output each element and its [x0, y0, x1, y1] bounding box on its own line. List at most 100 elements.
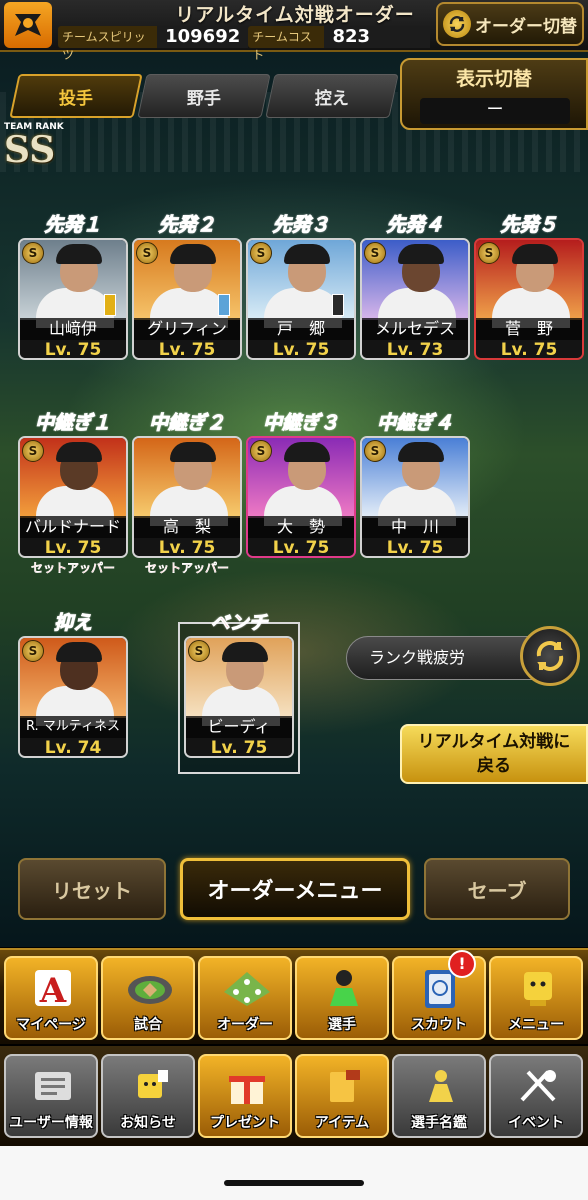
player-directory-icon — [414, 1062, 468, 1110]
nav-label: 試合 — [134, 1017, 162, 1033]
type-marker-icon — [218, 294, 230, 316]
player-card[interactable]: S 山﨑伊 Lv. 75 — [18, 238, 128, 360]
nav-player-directory[interactable]: 選手名鑑 — [392, 1054, 486, 1138]
team-stats: チームスピリッツ 109692 チームコスト 823 — [58, 26, 430, 62]
player-level: Lv. 75 — [134, 538, 240, 556]
player-level: Lv. 75 — [248, 538, 354, 556]
order-switch-button[interactable]: オーダー切替 — [436, 2, 584, 46]
player-level: Lv. 75 — [362, 538, 468, 556]
closer-slot[interactable]: 抑え S R. マルティネス Lv. 74 — [18, 610, 128, 758]
team-rank-value: SS — [4, 129, 56, 171]
reliever-slot-4[interactable]: 中継ぎ４ S 中 川 Lv. 75 — [360, 410, 470, 558]
user-info-icon — [26, 1062, 80, 1110]
tab-label: 野手 — [187, 88, 221, 109]
item-icon — [317, 1062, 371, 1110]
player-card[interactable]: S メルセデス Lv. 73 — [360, 238, 470, 360]
notification-badge: ! — [448, 950, 476, 978]
player-level: Lv. 74 — [20, 738, 126, 756]
nav-present[interactable]: プレゼント — [198, 1054, 292, 1138]
slot-label: 先発５ — [500, 214, 558, 237]
player-level: Lv. 75 — [186, 738, 292, 756]
team-logo-icon[interactable] — [4, 2, 52, 48]
nav-label: スカウト — [411, 1017, 467, 1033]
nav-mypage[interactable]: A マイページ — [4, 956, 98, 1040]
order-menu-button[interactable]: オーダーメニュー — [180, 858, 410, 920]
role-tag: セットアッパー — [30, 561, 115, 575]
s-rank-icon: S — [364, 242, 386, 264]
reliever-slot-3[interactable]: 中継ぎ３ S 大 勢 Lv. 75 — [246, 410, 356, 558]
reliever-slot-2[interactable]: 中継ぎ２ 高 梨 Lv. 75 セットアッパー — [132, 410, 242, 576]
player-card[interactable]: S 中 川 Lv. 75 — [360, 436, 470, 558]
player-level: Lv. 75 — [248, 340, 354, 358]
player-card[interactable]: S 大 勢 Lv. 75 — [246, 436, 356, 558]
player-card[interactable]: S バルドナード Lv. 75 — [18, 436, 128, 558]
team-rank: TEAM RANK SS — [4, 122, 68, 168]
tab-reserve[interactable]: 控え — [265, 74, 399, 118]
page-title: リアルタイム対戦オーダー — [175, 4, 415, 26]
slot-label: 中継ぎ２ — [148, 412, 225, 435]
player-name: ビーディ — [186, 716, 292, 738]
player-level: Lv. 75 — [20, 538, 126, 556]
nav-label: イベント — [508, 1115, 564, 1131]
player-card[interactable]: 高 梨 Lv. 75 — [132, 436, 242, 558]
rank-fatigue-refresh-button[interactable] — [520, 626, 580, 686]
player-icon — [317, 964, 371, 1012]
position-tabs: 投手 野手 控え — [9, 74, 399, 118]
display-switch-value: ー — [420, 98, 570, 124]
player-card[interactable]: S R. マルティネス Lv. 74 — [18, 636, 128, 758]
nav-item-box[interactable]: アイテム — [295, 1054, 389, 1138]
tab-label: 投手 — [59, 88, 93, 109]
type-marker-icon — [332, 294, 344, 316]
nav-label: オーダー — [217, 1017, 273, 1033]
player-level: Lv. 75 — [476, 340, 582, 358]
notice-icon — [123, 1062, 177, 1110]
player-name: 大 勢 — [248, 516, 354, 538]
starter-slot-5[interactable]: 先発５ S 菅 野 Lv. 75 — [474, 212, 584, 360]
player-card[interactable]: S 戸 郷 Lv. 75 — [246, 238, 356, 360]
starter-slot-2[interactable]: 先発２ S グリフィン Lv. 75 — [132, 212, 242, 360]
s-rank-icon: S — [22, 640, 44, 662]
nav-order[interactable]: オーダー — [198, 956, 292, 1040]
menu-icon — [511, 964, 565, 1012]
slot-label: 中継ぎ１ — [34, 412, 111, 435]
reliever-slot-1[interactable]: 中継ぎ１ S バルドナード Lv. 75 セットアッパー — [18, 410, 128, 576]
bench-slot[interactable]: ベンチ S ビーディ Lv. 75 — [184, 610, 294, 758]
nav-label: 選手名鑑 — [411, 1115, 467, 1131]
nav-player[interactable]: 選手 — [295, 956, 389, 1040]
back-to-realtime-button[interactable]: リアルタイム対戦に 戻る — [400, 724, 588, 784]
player-level: Lv. 73 — [362, 340, 468, 358]
tab-fielder[interactable]: 野手 — [137, 74, 271, 118]
svg-text:A: A — [39, 971, 67, 1010]
player-card[interactable]: S グリフィン Lv. 75 — [132, 238, 242, 360]
slot-label: 先発４ — [386, 214, 444, 237]
nav-user-info[interactable]: ユーザー情報 — [4, 1054, 98, 1138]
nav-event[interactable]: イベント — [489, 1054, 583, 1138]
starter-slot-3[interactable]: 先発３ S 戸 郷 Lv. 75 — [246, 212, 356, 360]
slot-label: ベンチ — [210, 612, 268, 635]
system-bottom-bar — [0, 1146, 588, 1200]
slot-label: 抑え — [53, 612, 92, 635]
s-rank-icon: S — [22, 440, 44, 462]
nav-menu[interactable]: メニュー — [489, 956, 583, 1040]
display-switch-title: 表示切替 — [455, 68, 532, 90]
nav-label: アイテム — [314, 1115, 370, 1131]
s-rank-icon: S — [250, 440, 272, 462]
save-button[interactable]: セーブ — [424, 858, 570, 920]
player-card[interactable]: S 菅 野 Lv. 75 — [474, 238, 584, 360]
player-card[interactable]: S ビーディ Lv. 75 — [184, 636, 294, 758]
nav-label: メニュー — [508, 1017, 564, 1033]
player-name: 戸 郷 — [248, 318, 354, 340]
reset-button[interactable]: リセット — [18, 858, 166, 920]
s-rank-icon: S — [22, 242, 44, 264]
starter-slot-4[interactable]: 先発４ S メルセデス Lv. 73 — [360, 212, 470, 360]
nav-notice[interactable]: お知らせ — [101, 1054, 195, 1138]
order-icon — [220, 964, 274, 1012]
type-marker-icon — [104, 294, 116, 316]
nav-label: 選手 — [328, 1017, 356, 1033]
starter-slot-1[interactable]: 先発１ S 山﨑伊 Lv. 75 — [18, 212, 128, 360]
s-rank-icon: S — [250, 242, 272, 264]
display-switch-button[interactable]: 表示切替 ー — [400, 58, 588, 130]
nav-game[interactable]: 試合 — [101, 956, 195, 1040]
tab-pitcher[interactable]: 投手 — [9, 74, 143, 118]
home-indicator[interactable] — [224, 1180, 364, 1186]
